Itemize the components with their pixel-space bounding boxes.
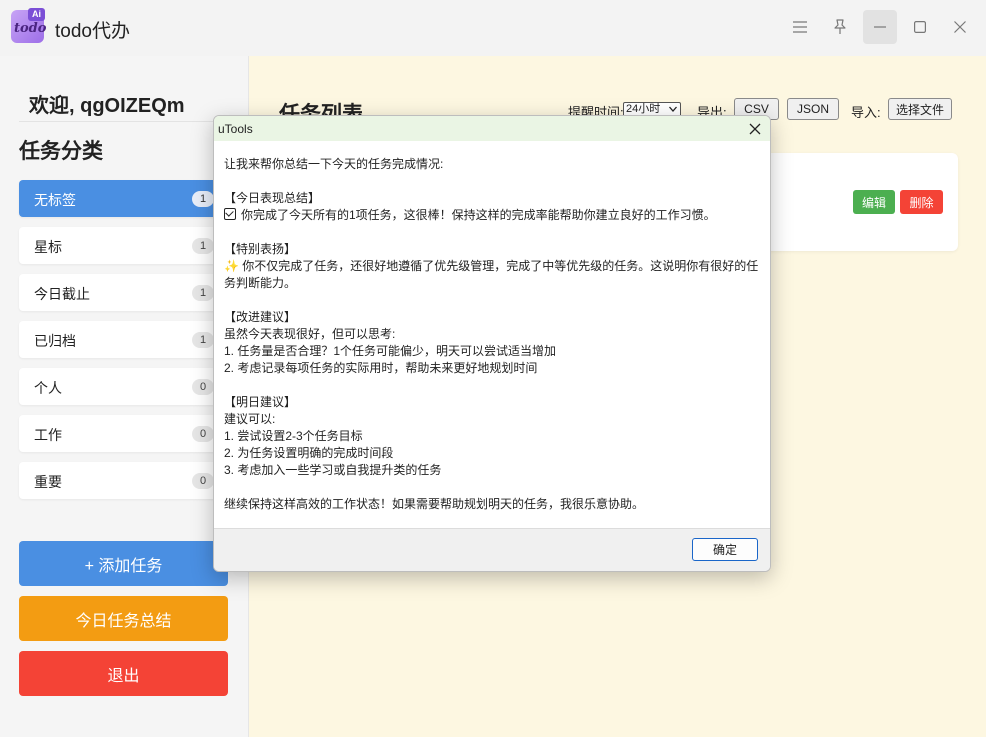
category-count-badge: 0 bbox=[192, 426, 214, 442]
reminder-select-value: 24小时 bbox=[626, 103, 661, 115]
logo-text: todo bbox=[14, 21, 47, 36]
daily-summary-button[interactable]: 今日任务总结 bbox=[19, 596, 228, 641]
message-line: 让我来帮你总结一下今天的任务完成情况: bbox=[224, 157, 444, 171]
chevron-down-icon bbox=[669, 106, 677, 112]
message-line-text: 你完成了今天所有的1项任务，这很棒！保持这样的完成率能帮助你建立良好的工作习惯。 bbox=[241, 208, 716, 222]
section-heading: 【特别表扬】 bbox=[224, 242, 297, 256]
category-label: 个人 bbox=[34, 380, 62, 396]
dialog-message: 让我来帮你总结一下今天的任务完成情况: 【今日表现总结】 你完成了今天所有的1项… bbox=[224, 156, 764, 513]
title-bar: todo Ai todo代办 bbox=[0, 0, 986, 56]
category-item-starred[interactable]: 星标 1 bbox=[19, 227, 228, 264]
category-item-untagged[interactable]: 无标签 1 bbox=[19, 180, 228, 217]
close-icon bbox=[954, 21, 966, 33]
category-item-archived[interactable]: 已归档 1 bbox=[19, 321, 228, 358]
divider bbox=[19, 121, 239, 122]
delete-task-button[interactable]: 删除 bbox=[900, 190, 943, 214]
ok-button[interactable]: 确定 bbox=[692, 538, 758, 561]
section-heading: 【明日建议】 bbox=[224, 395, 297, 409]
message-line: 1. 尝试设置2-3个任务目标 bbox=[224, 429, 363, 443]
minimize-button[interactable] bbox=[863, 10, 897, 44]
category-label: 已归档 bbox=[34, 333, 76, 349]
category-label: 今日截止 bbox=[34, 286, 90, 302]
export-json-button[interactable]: JSON bbox=[787, 98, 839, 120]
category-count-badge: 0 bbox=[192, 473, 214, 489]
ai-badge: Ai bbox=[28, 8, 45, 21]
message-line: 1. 任务量是否合理？1个任务可能偏少，明天可以尝试适当增加 bbox=[224, 344, 557, 358]
message-line: 虽然今天表现很好，但可以思考: bbox=[224, 327, 396, 341]
category-count-badge: 1 bbox=[192, 191, 214, 207]
dialog-title: uTools bbox=[218, 122, 253, 136]
section-heading: 【今日表现总结】 bbox=[224, 191, 321, 205]
menu-icon bbox=[793, 21, 807, 33]
message-line: 建议可以: bbox=[224, 412, 276, 426]
edit-task-button[interactable]: 编辑 bbox=[853, 190, 895, 214]
sidebar: 欢迎, qgOIZEQm 任务分类 无标签 1 星标 1 今日截止 1 已归档 … bbox=[0, 56, 249, 737]
category-label: 工作 bbox=[34, 427, 62, 443]
dialog-titlebar: uTools bbox=[214, 116, 770, 141]
logout-button[interactable]: 退出 bbox=[19, 651, 228, 696]
category-count-badge: 1 bbox=[192, 285, 214, 301]
menu-button[interactable] bbox=[783, 10, 817, 44]
welcome-text: 欢迎, qgOIZEQm bbox=[29, 95, 185, 117]
message-line: 你完成了今天所有的1项任务，这很棒！保持这样的完成率能帮助你建立良好的工作习惯。 bbox=[224, 207, 764, 224]
section-heading: 【改进建议】 bbox=[224, 310, 297, 324]
categories-heading: 任务分类 bbox=[19, 140, 103, 163]
import-file-button[interactable]: 选择文件 bbox=[888, 98, 952, 120]
category-count-badge: 1 bbox=[192, 238, 214, 254]
dialog-footer: 确定 bbox=[214, 528, 770, 571]
category-count-badge: 0 bbox=[192, 379, 214, 395]
message-line: 3. 考虑加入一些学习或自我提升类的任务 bbox=[224, 463, 442, 477]
category-item-personal[interactable]: 个人 0 bbox=[19, 368, 228, 405]
pin-icon bbox=[834, 19, 846, 34]
category-item-important[interactable]: 重要 0 bbox=[19, 462, 228, 499]
app-title: todo代办 bbox=[55, 21, 130, 42]
checkbox-checked-icon bbox=[224, 208, 236, 220]
add-task-button[interactable]: + 添加任务 bbox=[19, 541, 228, 586]
message-line: 2. 为任务设置明确的完成时间段 bbox=[224, 446, 394, 460]
maximize-button[interactable] bbox=[903, 10, 937, 44]
message-line: ✨ 你不仅完成了任务，还很好地遵循了优先级管理，完成了中等优先级的任务。这说明你… bbox=[224, 259, 759, 290]
app-logo: todo Ai bbox=[11, 8, 47, 43]
category-item-due-today[interactable]: 今日截止 1 bbox=[19, 274, 228, 311]
category-count-badge: 1 bbox=[192, 332, 214, 348]
close-window-button[interactable] bbox=[943, 10, 977, 44]
category-label: 重要 bbox=[34, 474, 62, 490]
close-icon[interactable] bbox=[747, 121, 763, 137]
message-line: 2. 考虑记录每项任务的实际用时，帮助未来更好地规划时间 bbox=[224, 361, 538, 375]
minimize-icon bbox=[874, 26, 886, 28]
category-label: 星标 bbox=[34, 239, 62, 255]
message-line: 继续保持这样高效的工作状态！如果需要帮助规划明天的任务，我很乐意协助。 bbox=[224, 497, 645, 511]
maximize-icon bbox=[914, 21, 926, 33]
summary-dialog: uTools 让我来帮你总结一下今天的任务完成情况: 【今日表现总结】 你完成了… bbox=[213, 115, 771, 572]
pin-button[interactable] bbox=[823, 10, 857, 44]
import-label: 导入: bbox=[851, 105, 881, 120]
category-item-work[interactable]: 工作 0 bbox=[19, 415, 228, 452]
category-label: 无标签 bbox=[34, 192, 76, 208]
